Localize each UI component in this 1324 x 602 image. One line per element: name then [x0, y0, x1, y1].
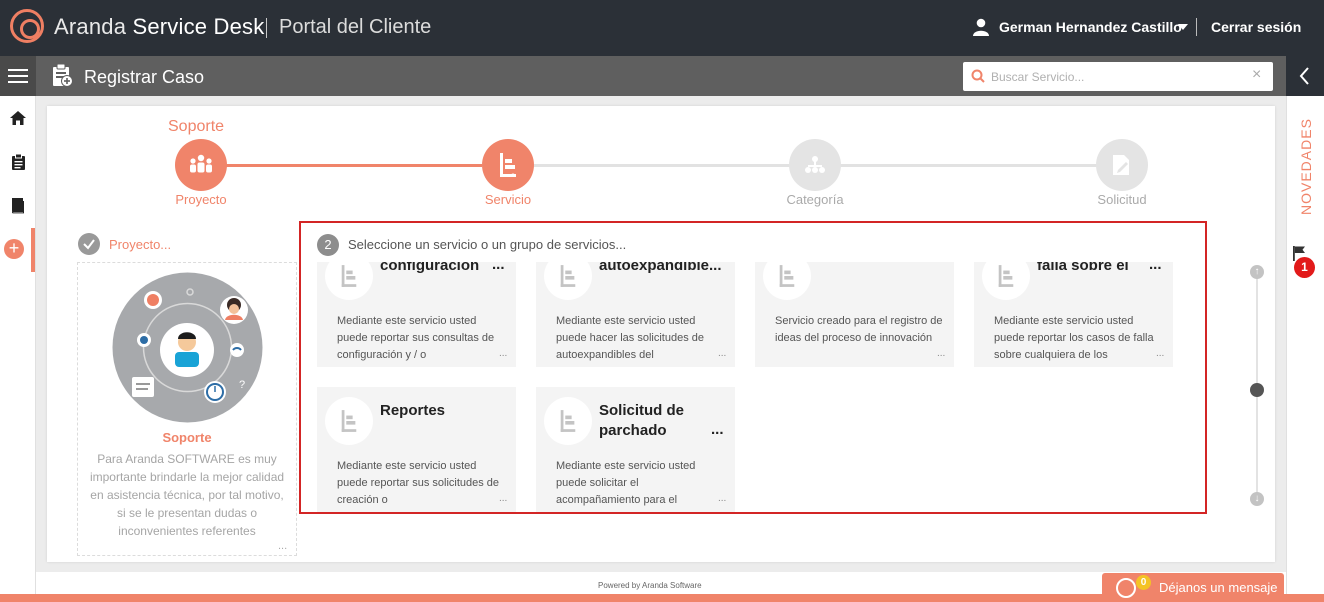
svg-text:?: ?: [239, 379, 245, 391]
service-card[interactable]: Solicitud de parchado ... Mediante este …: [536, 387, 735, 512]
service-title: Solicitud de parchado: [599, 402, 685, 439]
user-icon[interactable]: [972, 18, 990, 36]
service-card[interactable]: Servicio creado para el registro de idea…: [755, 262, 954, 367]
service-description: Mediante este servicio usted puede repor…: [994, 315, 1154, 361]
nav-home[interactable]: [0, 103, 36, 133]
step-service[interactable]: [482, 139, 534, 191]
active-indicator: [31, 228, 35, 272]
portal-title: Portal del Cliente: [279, 16, 432, 38]
service-icon: [982, 262, 1030, 300]
scroll-thumb[interactable]: [1250, 383, 1264, 397]
progress-line: [226, 164, 482, 167]
service-more: ...: [1149, 262, 1162, 273]
hierarchy-icon: [805, 156, 825, 173]
logout-link[interactable]: Cerrar sesión: [1211, 19, 1301, 35]
step-number-badge: 2: [317, 234, 339, 256]
project-heading[interactable]: Proyecto...: [109, 237, 171, 252]
step-label: Categoría: [786, 192, 844, 207]
more-dots: ...: [278, 540, 288, 552]
more-dots: ...: [1156, 348, 1165, 359]
collapse-panel-button[interactable]: [1286, 56, 1324, 96]
service-title: Reportes: [380, 402, 446, 419]
search-box: ×: [963, 62, 1273, 91]
project-description: Para Aranda SOFTWARE es muy importante b…: [89, 452, 285, 538]
book-icon: [12, 198, 24, 214]
service-description: Mediante este servicio usted puede repor…: [337, 460, 500, 506]
more-dots: ...: [499, 493, 508, 504]
step-request: [1096, 139, 1148, 191]
divider: [266, 18, 267, 38]
team-icon: [190, 154, 212, 173]
top-bar: Aranda Service Desk Portal del Cliente G…: [0, 0, 1324, 56]
service-description: Mediante este servicio usted puede solic…: [556, 460, 696, 506]
progress-line: [533, 164, 790, 167]
service-icon: [500, 153, 516, 177]
message-label: Déjanos un mensaje: [1159, 580, 1278, 595]
service-icon: [544, 397, 592, 445]
service-card[interactable]: falla sobre el ... Mediante este servici…: [974, 262, 1173, 367]
service-icon: [325, 262, 373, 300]
more-dots: ...: [499, 348, 508, 359]
service-icon: [325, 397, 373, 445]
home-icon: [10, 111, 26, 125]
step-label: Proyecto: [175, 192, 227, 207]
plus-icon[interactable]: +: [4, 239, 24, 259]
service-icon: [763, 262, 811, 300]
menu-icon[interactable]: [0, 56, 36, 96]
novedades-tab[interactable]: NOVEDADES: [1298, 118, 1314, 215]
chevron-down-icon[interactable]: [1178, 24, 1188, 30]
more-dots: ...: [937, 348, 946, 359]
more-dots: ...: [718, 493, 727, 504]
arrow-up-icon[interactable]: ↑: [1250, 265, 1264, 279]
selected-project-name: Soporte: [168, 118, 225, 135]
brand-name: Aranda Service Desk: [54, 14, 265, 39]
search-icon: [971, 69, 985, 83]
chat-icon: [1116, 578, 1136, 598]
service-card[interactable]: Reportes Mediante este servicio usted pu…: [317, 387, 516, 512]
service-title: falla sobre el: [1037, 262, 1129, 274]
chevron-left-icon: [1299, 67, 1309, 85]
page-title: Registrar Caso: [84, 67, 205, 87]
notification-badge: 1: [1294, 257, 1315, 278]
service-title: autoexpandible...: [599, 262, 722, 274]
services-title: Seleccione un servicio o un grupo de ser…: [348, 237, 627, 252]
service-description: Servicio creado para el registro de idea…: [775, 315, 943, 344]
step-label: Solicitud: [1097, 192, 1147, 207]
step-label: Servicio: [484, 192, 532, 207]
sidebar: +: [0, 96, 36, 602]
service-card[interactable]: configuración ... Mediante este servicio…: [317, 262, 516, 367]
message-button[interactable]: 0 Déjanos un mensaje: [1102, 573, 1284, 602]
service-description: Mediante este servicio usted puede repor…: [337, 315, 495, 361]
service-card[interactable]: autoexpandible... Mediante este servicio…: [536, 262, 735, 367]
check-icon: [78, 233, 100, 255]
support-illustration: ?: [112, 272, 263, 423]
document-edit-icon: [1113, 155, 1129, 175]
nav-cases[interactable]: [0, 147, 36, 177]
service-more: ...: [492, 262, 505, 273]
nav-knowledge[interactable]: [0, 191, 36, 221]
service-description: Mediante este servicio usted puede hacer…: [556, 315, 704, 361]
arrow-down-icon[interactable]: ↓: [1250, 492, 1264, 506]
project-name: Soporte: [162, 430, 212, 445]
powered-by: Powered by Aranda Software: [598, 581, 702, 590]
step-project[interactable]: [175, 139, 227, 191]
user-menu[interactable]: German Hernandez Castillo: [999, 19, 1182, 35]
clipboard-add-icon: [53, 64, 73, 87]
close-icon[interactable]: ×: [1252, 66, 1261, 84]
more-dots: ...: [718, 348, 727, 359]
service-more: ...: [711, 421, 724, 438]
services-grid: configuración ... Mediante este servicio…: [301, 262, 1205, 512]
step-category: [789, 139, 841, 191]
aranda-logo-icon: [10, 9, 44, 43]
services-panel: 2 Seleccione un servicio o un grupo de s…: [299, 221, 1207, 514]
divider: [1196, 18, 1197, 36]
message-badge: 0: [1136, 575, 1151, 590]
clipboard-icon: [11, 154, 25, 170]
service-icon: [544, 262, 592, 300]
service-title: configuración: [380, 262, 480, 274]
toolbar: Registrar Caso ×: [0, 56, 1286, 96]
progress-line: [840, 164, 1097, 167]
search-input[interactable]: [991, 66, 1246, 87]
